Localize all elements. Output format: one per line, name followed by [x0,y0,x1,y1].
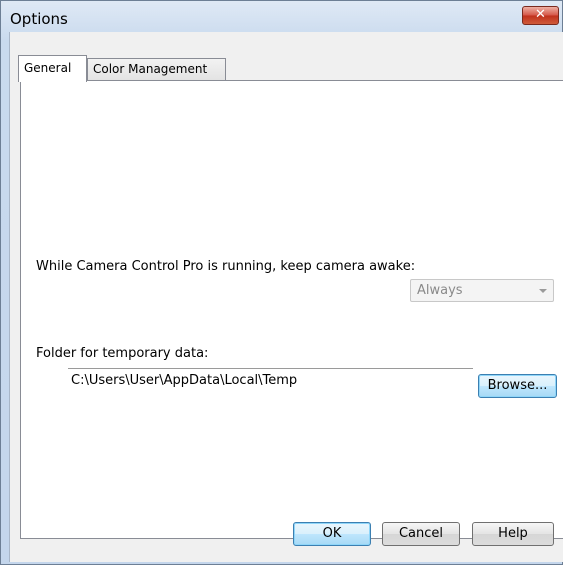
chevron-down-icon [539,289,547,293]
tab-color-management[interactable]: Color Management [87,58,226,80]
keep-awake-value: Always [417,283,463,298]
help-button[interactable]: Help [472,522,554,546]
tab-general[interactable]: General [18,55,87,82]
options-dialog: Options ✕ General Color Management While… [0,0,563,565]
window-title: Options [10,10,68,28]
temp-folder-label: Folder for temporary data: [36,346,209,361]
general-tab-panel: While Camera Control Pro is running, kee… [20,80,563,539]
keep-awake-label: While Camera Control Pro is running, kee… [36,259,416,274]
dialog-client-area: General Color Management While Camera Co… [9,32,563,562]
ok-button[interactable]: OK [293,522,371,546]
keep-awake-dropdown[interactable]: Always [410,279,554,302]
cancel-button[interactable]: Cancel [382,522,460,546]
close-icon[interactable]: ✕ [522,6,559,25]
temp-folder-path-field[interactable]: C:\Users\User\AppData\Local\Temp [68,368,473,392]
browse-button[interactable]: Browse... [478,374,557,398]
